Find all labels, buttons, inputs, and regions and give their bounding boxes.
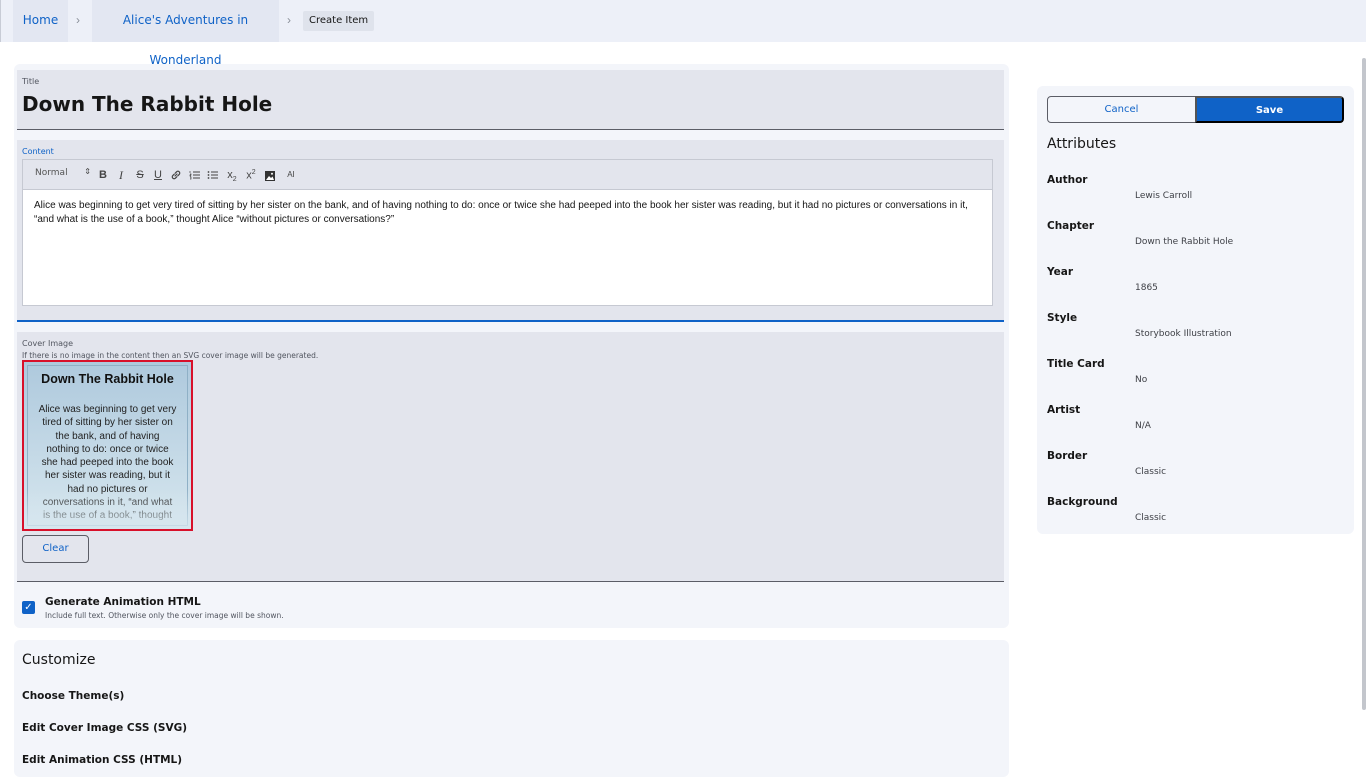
attribute-name-artist: Artist (1047, 404, 1081, 416)
editor-toolbar: Normal ⇕ B I S U x2 x2 AI (22, 159, 993, 190)
attribute-value-artist[interactable]: N/A (1135, 421, 1151, 431)
attributes-sidebar (1037, 86, 1354, 534)
attribute-value-title-card[interactable]: No (1135, 375, 1147, 385)
edit-animation-css-item[interactable]: Edit Animation CSS (HTML) (22, 754, 182, 766)
breadcrumb-current: Create Item (303, 11, 375, 31)
attribute-value-chapter[interactable]: Down the Rabbit Hole (1135, 237, 1233, 247)
ai-icon[interactable]: AI (284, 167, 298, 183)
customize-title: Customize (22, 652, 96, 668)
format-select-value: Normal (35, 168, 68, 178)
generate-animation-label: Generate Animation HTML (45, 596, 201, 608)
title-label: Title (22, 77, 40, 86)
attribute-name-style: Style (1047, 312, 1078, 324)
attribute-value-author[interactable]: Lewis Carroll (1135, 191, 1192, 201)
underline-icon[interactable]: U (151, 167, 165, 183)
attribute-name-background: Background (1047, 496, 1118, 508)
choose-themes-item[interactable]: Choose Theme(s) (22, 690, 124, 702)
attribute-name-border: Border (1047, 450, 1088, 462)
attribute-value-year[interactable]: 1865 (1135, 283, 1158, 293)
cover-image-hint: If there is no image in the content then… (22, 351, 319, 360)
content-label: Content (22, 147, 54, 156)
attribute-name-title-card: Title Card (1047, 358, 1105, 370)
breadcrumb-book-link[interactable]: Alice's Adventures in Wonderland (92, 0, 279, 67)
subscript-icon[interactable]: x2 (225, 167, 239, 183)
breadcrumb-bar: Home › Alice's Adventures in Wonderland … (0, 0, 1366, 67)
superscript-icon[interactable]: x2 (244, 167, 258, 183)
edit-cover-css-item[interactable]: Edit Cover Image CSS (SVG) (22, 722, 187, 734)
ordered-list-icon[interactable] (188, 167, 202, 183)
title-input[interactable]: Down The Rabbit Hole (22, 92, 272, 116)
cover-image-preview: Down The Rabbit Hole Alice was beginning… (22, 360, 193, 531)
strikethrough-icon[interactable]: S (133, 167, 147, 183)
breadcrumb-separator-icon: › (287, 13, 291, 27)
attribute-name-author: Author (1047, 174, 1088, 186)
italic-icon[interactable]: I (114, 167, 128, 183)
clear-cover-button[interactable]: Clear (22, 535, 89, 563)
select-arrows-icon: ⇕ (84, 167, 91, 176)
title-field[interactable]: Title Down The Rabbit Hole (17, 70, 1004, 130)
cancel-button[interactable]: Cancel (1047, 96, 1196, 123)
content-field: Content Normal ⇕ B I S U x2 x2 AI Alice … (17, 140, 1004, 322)
cover-image-field: Cover Image If there is no image in the … (17, 332, 1004, 582)
breadcrumb-home-link[interactable]: Home (13, 0, 68, 42)
attribute-name-chapter: Chapter (1047, 220, 1095, 232)
generate-animation-hint: Include full text. Otherwise only the co… (45, 611, 284, 620)
cover-preview-title: Down The Rabbit Hole (41, 372, 174, 386)
bold-icon[interactable]: B (96, 167, 110, 183)
breadcrumb-separator-icon: › (76, 13, 80, 27)
link-icon[interactable] (169, 167, 183, 183)
format-select[interactable]: Normal ⇕ (29, 167, 91, 178)
attribute-value-background[interactable]: Classic (1135, 513, 1166, 523)
attribute-value-border[interactable]: Classic (1135, 467, 1166, 477)
generate-animation-checkbox[interactable]: ✓ (22, 601, 35, 614)
attribute-value-style[interactable]: Storybook Illustration (1135, 329, 1232, 339)
image-icon[interactable] (263, 167, 277, 183)
save-button[interactable]: Save (1195, 96, 1344, 123)
attribute-name-year: Year (1047, 266, 1074, 278)
content-editor[interactable]: Alice was beginning to get very tired of… (22, 189, 993, 306)
cover-fade-overlay (24, 489, 191, 529)
attributes-title: Attributes (1047, 136, 1117, 152)
bullet-list-icon[interactable] (206, 167, 220, 183)
content-text: Alice was beginning to get very tired of… (34, 200, 968, 225)
cover-image-label: Cover Image (22, 339, 74, 348)
page-scrollbar[interactable] (1362, 58, 1366, 710)
